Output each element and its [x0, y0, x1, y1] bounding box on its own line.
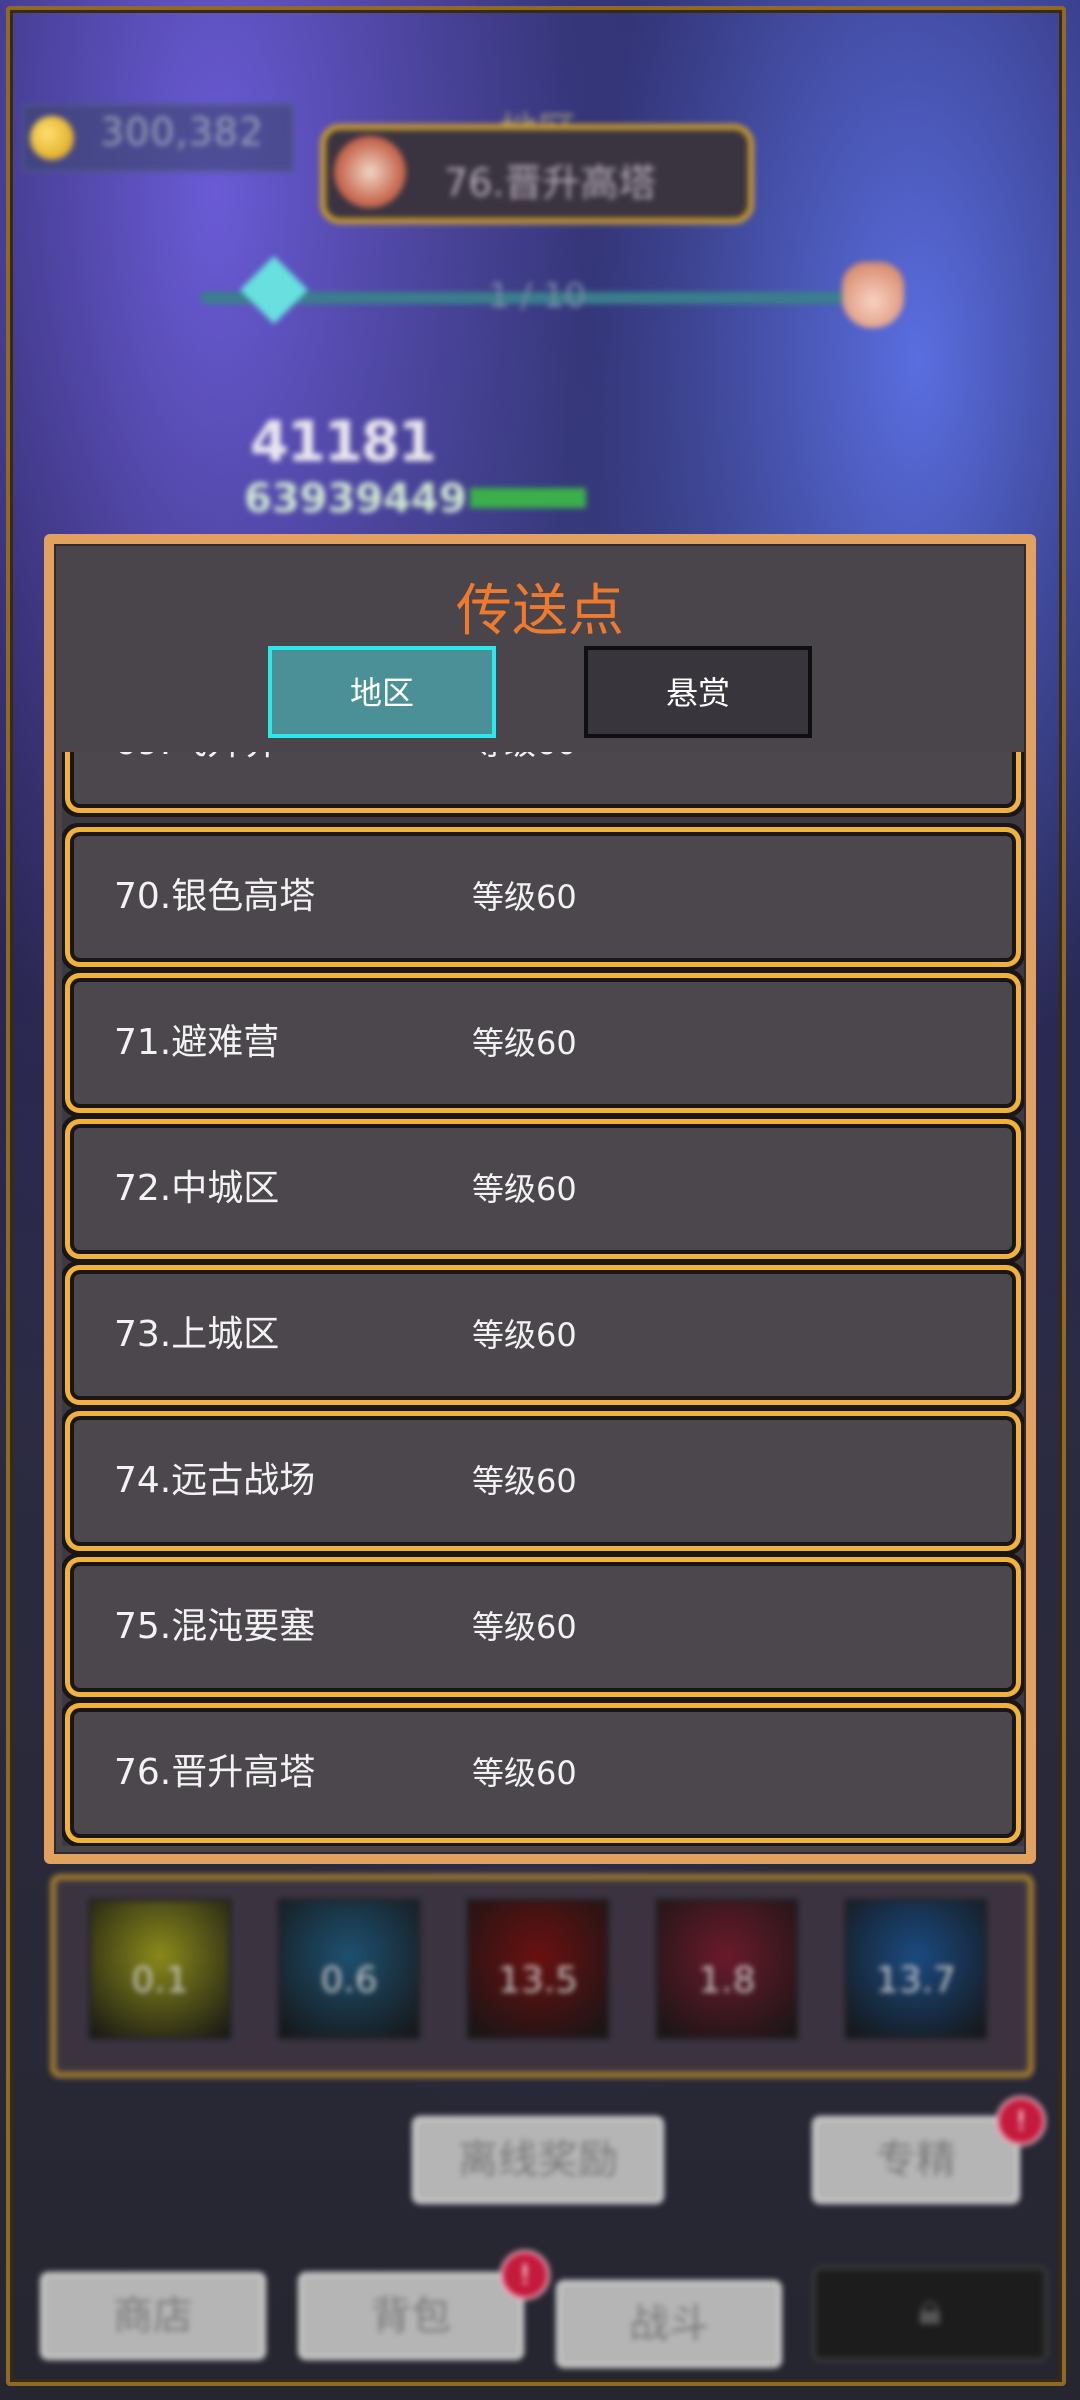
offline-reward-button[interactable]: 离线奖励: [412, 2116, 664, 2204]
shop-button[interactable]: 商店: [40, 2272, 266, 2360]
region-avatar-icon: [334, 136, 406, 208]
teleport-list-item[interactable]: 72.中城区 等级60: [74, 1128, 1012, 1250]
teleport-item-name: 74.远古战场: [114, 1460, 316, 1501]
teleport-item-name: 71.避难营: [114, 1022, 280, 1063]
teleport-item-name: 75.混沌要塞: [114, 1606, 316, 1647]
teleport-item-level: 等级60: [472, 1754, 577, 1792]
gold-amount: 300,382: [100, 110, 265, 154]
damage-subnumber: 63939449: [244, 476, 467, 522]
teleport-item-level: 等级60: [472, 1170, 577, 1208]
enemy-hp-bar: [470, 488, 586, 508]
boss-icon[interactable]: [842, 262, 904, 328]
bag-alert-badge: !: [500, 2250, 550, 2300]
teleport-list-item[interactable]: 76.晋升高塔 等级60: [74, 1712, 1012, 1834]
teleport-item-name: 73.上城区: [114, 1314, 280, 1355]
teleport-list[interactable]: 69.飞升界等级6070.银色高塔等级6071.避难营等级6072.中城区等级6…: [62, 752, 1024, 1846]
tab-bounty[interactable]: 悬赏: [584, 646, 812, 738]
teleport-list-item[interactable]: 71.避难营 等级60: [74, 982, 1012, 1104]
region-name: 76.晋升高塔: [444, 161, 657, 205]
skill-cooldown: 0.6: [320, 1960, 378, 2001]
teleport-item-level: 等级60: [472, 1462, 577, 1500]
gold-coin-icon: [30, 116, 74, 160]
dialog-title: 传送点: [456, 579, 624, 644]
teleport-item-name: 76.晋升高塔: [114, 1752, 316, 1793]
teleport-item-level: 等级60: [472, 1608, 577, 1646]
damage-number: 41181: [250, 410, 437, 475]
special-button[interactable]: 专精: [812, 2116, 1020, 2204]
bag-button[interactable]: 背包: [298, 2272, 524, 2360]
lock-icon: 🔒︎: [918, 2284, 942, 2335]
teleport-item-name: 70.银色高塔: [114, 876, 316, 917]
skill-cooldown: 1.8: [698, 1960, 756, 2001]
teleport-list-item[interactable]: 75.混沌要塞 等级60: [74, 1566, 1012, 1688]
teleport-item-name: 72.中城区: [114, 1168, 280, 1209]
teleport-list-item[interactable]: 73.上城区 等级60: [74, 1274, 1012, 1396]
teleport-item-name: 69.飞升界: [114, 752, 279, 804]
stage-progress-text: 1 / 10: [488, 276, 586, 316]
skill-cooldown: 13.5: [497, 1960, 579, 2001]
teleport-list-item[interactable]: 70.银色高塔 等级60: [74, 836, 1012, 958]
teleport-list-item[interactable]: 69.飞升界 等级60: [74, 752, 1012, 804]
teleport-item-level: 等级60: [472, 878, 577, 916]
skill-cooldown: 0.1: [131, 1960, 189, 2001]
teleport-item-level: 等级60: [472, 752, 577, 804]
skill-cooldown: 13.7: [875, 1960, 957, 2001]
teleport-item-level: 等级60: [472, 1316, 577, 1354]
special-alert-badge: !: [996, 2096, 1046, 2146]
lock-button[interactable]: 🔒︎: [812, 2266, 1048, 2362]
battle-button[interactable]: 战斗: [556, 2280, 782, 2368]
tab-region[interactable]: 地区: [268, 646, 496, 738]
teleport-list-item[interactable]: 74.远古战场 等级60: [74, 1420, 1012, 1542]
teleport-item-level: 等级60: [472, 1024, 577, 1062]
